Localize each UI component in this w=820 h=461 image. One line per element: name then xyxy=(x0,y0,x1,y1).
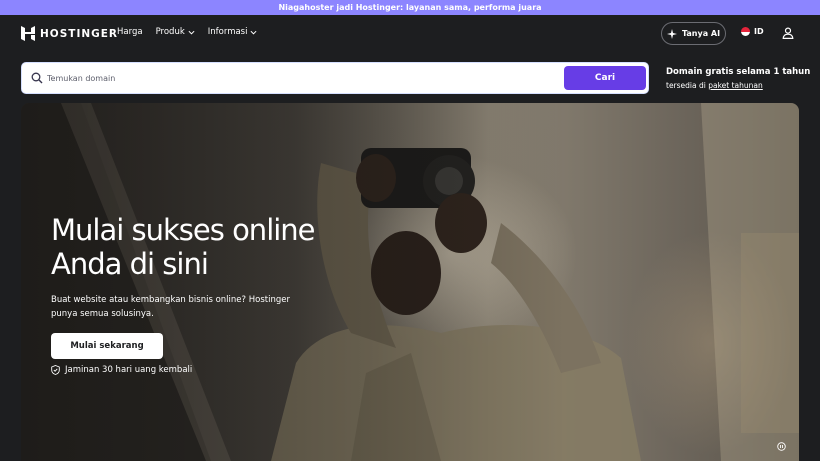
nav-item-informasi[interactable]: Informasi xyxy=(208,27,258,37)
shield-check-icon xyxy=(51,365,60,375)
sparkle-ai-icon xyxy=(666,28,677,39)
logo-text: HOSTINGER xyxy=(40,27,119,40)
search-icon xyxy=(31,72,43,84)
money-back-guarantee: Jaminan 30 hari uang kembali xyxy=(51,365,192,375)
hero-title: Mulai sukses online Anda di sini xyxy=(51,213,381,281)
free-domain-promo: Domain gratis selama 1 tahun tersedia di… xyxy=(666,67,810,90)
nav-item-label: Harga xyxy=(117,27,143,37)
start-now-button[interactable]: Mulai sekarang xyxy=(51,333,163,359)
hero-title-line-2: Anda di sini xyxy=(51,247,209,281)
promo-subtitle-text: tersedia di xyxy=(666,81,706,90)
ask-ai-button[interactable]: Tanya AI xyxy=(661,22,726,45)
hero-section: Mulai sukses online Anda di sini Buat we… xyxy=(21,103,799,461)
nav-item-label: Produk xyxy=(155,27,185,37)
language-selector[interactable]: ID xyxy=(741,27,764,36)
search-button-label: Cari xyxy=(594,73,616,83)
language-code: ID xyxy=(754,27,764,36)
nav-item-harga[interactable]: Harga xyxy=(117,27,143,37)
nav-item-label: Informasi xyxy=(207,27,248,37)
chevron-down-icon xyxy=(250,30,257,35)
promo-title: Domain gratis selama 1 tahun xyxy=(666,67,811,77)
hostinger-logo[interactable]: HOSTINGER xyxy=(21,26,118,41)
hero-overlay xyxy=(21,103,799,461)
guarantee-text: Jaminan 30 hari uang kembali xyxy=(65,365,193,375)
annual-plan-link[interactable]: paket tahunan xyxy=(708,81,763,90)
main-nav: Harga Produk Informasi xyxy=(117,27,257,37)
domain-search-bar: Cari xyxy=(21,62,649,94)
user-account-icon[interactable] xyxy=(782,27,794,39)
hero-description: Buat website atau kembangkan bisnis onli… xyxy=(51,295,290,319)
search-button[interactable]: Cari xyxy=(564,66,646,90)
hostinger-logo-icon xyxy=(21,26,35,41)
start-now-label: Mulai sekarang xyxy=(70,341,144,351)
domain-search-input[interactable] xyxy=(47,68,557,88)
promo-banner[interactable]: Niagahoster jadi Hostinger: layanan sama… xyxy=(0,0,820,15)
pause-video-icon[interactable] xyxy=(777,442,786,451)
promo-subtitle: tersedia di paket tahunan xyxy=(666,81,810,90)
chevron-down-icon xyxy=(188,30,195,35)
indonesia-flag-icon xyxy=(741,27,750,36)
nav-item-produk[interactable]: Produk xyxy=(156,27,195,37)
ask-ai-label: Tanya AI xyxy=(681,29,721,38)
top-navigation: HOSTINGER Harga Produk Informasi Tanya A… xyxy=(0,15,820,53)
hero-title-line-1: Mulai sukses online xyxy=(51,213,316,247)
promo-banner-text: Niagahoster jadi Hostinger: layanan sama… xyxy=(278,3,542,12)
